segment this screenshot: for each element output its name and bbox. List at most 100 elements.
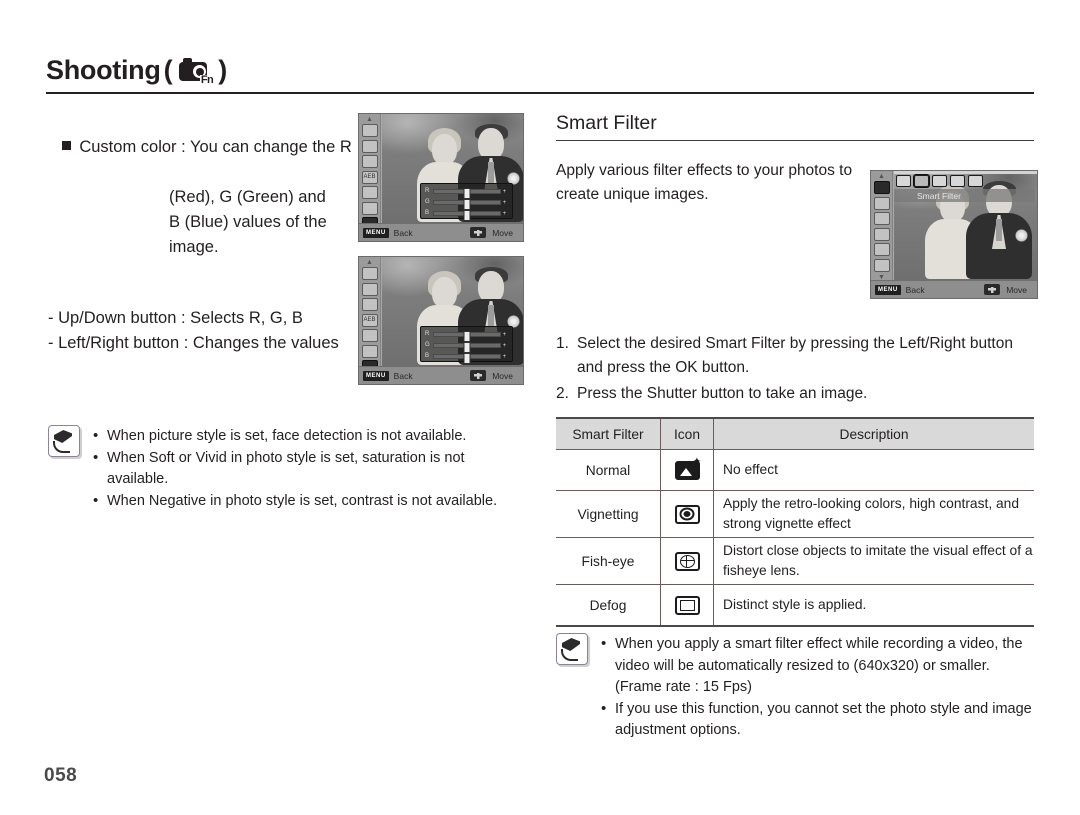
lcd-photo-area-2: R + G + B + [382,257,523,367]
smart-filter-icon[interactable] [873,181,890,194]
groom-boutonniere-3 [1015,229,1028,242]
lcd-screenshot-custom-color-2: R + G + B + ▲ AEB ▼ MENU Back [358,256,524,385]
rgb-track-r[interactable] [433,188,501,199]
note-box-right: When you apply a smart filter effect whi… [556,633,1036,742]
focus-area-icon-2[interactable] [361,282,378,296]
note-pen-icon [556,633,588,665]
note-item-2-cont: available. [107,471,169,487]
rgb-slider-row-r-2[interactable]: R + [425,330,508,342]
face-detect-icon-2[interactable] [361,267,378,280]
move-label: Move [492,227,513,238]
rgb-knob-b-2[interactable] [463,353,471,364]
fisheye-filter-icon[interactable] [932,175,947,187]
flash-exposure-icon[interactable] [361,201,378,215]
voice-memo-icon[interactable] [873,227,890,241]
rgb-label-r: R [425,188,430,194]
rgb-track-r-2[interactable] [433,331,501,342]
dpad-icon[interactable] [470,227,487,238]
aeb-icon-2[interactable]: AEB [361,313,378,327]
sharpness-icon[interactable] [873,243,890,256]
rgb-label-g-2: G [425,342,430,348]
rgb-label-g: G [425,199,430,205]
groom-tie-2 [488,305,494,327]
groom-tie [488,162,494,184]
dpad-icon-2[interactable] [470,370,487,381]
rgb-slider-panel-2[interactable]: R + G + B + [420,326,513,364]
row-desc-normal-text: No effect [723,462,778,477]
grid-icon[interactable] [361,186,378,199]
smart-filter-menu-label: Smart Filter [917,191,961,201]
step-1-text: Select the desired Smart Filter by press… [577,335,1013,376]
table-header-row: Smart Filter Icon Description [556,417,1034,450]
rgb-track-b-2[interactable] [433,353,501,364]
rgb-track-g[interactable] [433,199,501,210]
note-item-1: When you apply a smart filter effect whi… [600,633,1032,656]
lcd-screenshot-custom-color-1: R + G + B + ▲ AEB ▼ MENU Back [358,113,524,242]
rgb-slider-row-b[interactable]: B + [425,209,508,221]
normal-filter-icon: ✦ [674,456,702,480]
rgb-track-g-2[interactable] [433,342,501,353]
menu-button-chip[interactable]: MENU [363,227,389,238]
note-item-3: When Negative in photo style is set, con… [92,490,497,513]
step-1: 1. Select the desired Smart Filter by pr… [556,332,1038,379]
groom-tie-3 [996,219,1002,241]
scroll-up-arrow-icon-2[interactable]: ▲ [366,259,373,267]
row-name-fisheye: Fish-eye [556,537,661,585]
smart-filter-strip[interactable] [894,173,1035,189]
row-name-normal: Normal [556,449,661,491]
rgb-track-b[interactable] [433,210,501,221]
table-row: Fish-eye Distort close objects to imitat… [556,537,1034,585]
image-size-icon[interactable] [361,155,378,168]
pen-stroke [561,649,578,661]
rgb-slider-row-r[interactable]: R + [425,187,508,199]
scroll-up-arrow-icon[interactable]: ▲ [366,116,373,124]
note-item-1: When picture style is set, face detectio… [92,425,497,448]
rgb-plus-g: + [502,199,507,206]
face-detect-icon[interactable] [361,124,378,137]
row-desc-normal: No effect [713,449,1034,491]
rgb-slider-row-b-2[interactable]: B + [425,352,508,364]
rgb-plus-b-2: + [502,353,507,360]
steps-list: 1. Select the desired Smart Filter by pr… [556,332,1038,409]
photo-style-icon-3[interactable] [873,196,890,210]
lcd-sidebar-3[interactable]: ▲ ▼ [871,171,893,298]
dpad-icon-3[interactable] [984,284,1001,295]
rgb-slider-panel[interactable]: R + G + B + [420,183,513,221]
grid-icon-3[interactable] [873,258,890,272]
fisheye-filter-icon [674,551,700,571]
vignetting-filter-icon[interactable] [913,174,930,188]
grid-icon-2[interactable] [361,329,378,342]
row-desc-fisheye: Distort close objects to imitate the vis… [713,537,1034,585]
bride-head-2 [432,277,457,308]
rgb-slider-row-g[interactable]: G + [425,198,508,210]
rgb-plus-r-2: + [502,331,507,338]
table-row: Defog Distinct style is applied. [556,584,1034,627]
extra-filter-icon[interactable] [968,175,983,187]
lcd-sidebar[interactable]: ▲ AEB ▼ [359,114,381,241]
lcd-sidebar-2[interactable]: ▲ AEB ▼ [359,257,381,384]
header-smart-filter: Smart Filter [556,417,661,450]
scroll-up-arrow-icon-3[interactable]: ▲ [878,173,885,181]
row-name-vignetting: Vignetting [556,490,661,538]
row-icon-cell-fisheye [660,537,714,585]
page-title-text: Shooting [46,54,161,85]
rgb-label-r-2: R [425,331,430,337]
camera-fn-icon: Fn [179,57,215,86]
rgb-slider-row-g-2[interactable]: G + [425,341,508,353]
row-desc-defog-text: Distinct style is applied. [723,597,867,612]
header-icon: Icon [660,417,714,450]
focus-area-icon[interactable] [361,139,378,153]
menu-button-chip-3[interactable]: MENU [875,284,901,295]
rgb-plus-b: + [502,210,507,217]
defog-filter-icon[interactable] [950,175,965,187]
aeb-icon[interactable]: AEB [361,170,378,184]
lcd-screenshot-smart-filter: Smart Filter ▲ ▼ MENU Back Move [870,170,1038,299]
flash-exposure-icon-2[interactable] [361,344,378,358]
rgb-knob-b[interactable] [463,210,471,221]
rgb-plus-g-2: + [502,342,507,349]
image-adjust-icon[interactable] [873,212,890,225]
open-paren: ( [163,54,173,85]
image-size-icon-2[interactable] [361,298,378,311]
menu-button-chip-2[interactable]: MENU [363,370,389,381]
normal-filter-icon[interactable] [896,175,911,187]
